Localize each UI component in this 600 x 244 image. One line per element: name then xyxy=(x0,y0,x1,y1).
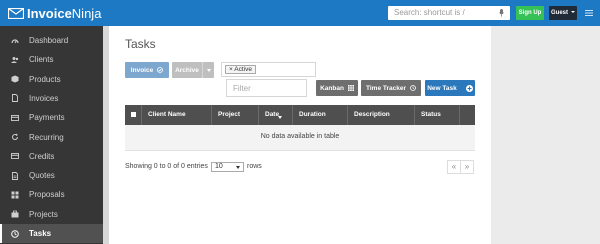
brand-name-light: Ninja xyxy=(71,5,102,21)
sidebar-item-label: Invoices xyxy=(29,93,59,103)
sidebar-item-invoices[interactable]: Invoices xyxy=(0,89,103,108)
column-client-name[interactable]: Client Name xyxy=(141,105,199,125)
archive-button[interactable]: Archive xyxy=(172,62,202,78)
search-input[interactable]: Search: shortcut is / xyxy=(388,6,510,20)
file-text-icon xyxy=(11,171,19,180)
sidebar-item-recurring[interactable]: Recurring xyxy=(0,128,103,147)
column-duration[interactable]: Duration xyxy=(292,105,348,125)
sign-up-button[interactable]: Sign Up xyxy=(516,6,544,20)
clock-icon xyxy=(11,229,19,238)
users-icon xyxy=(11,56,19,64)
select-all-checkbox[interactable] xyxy=(131,112,136,117)
guest-menu-button[interactable]: Guest xyxy=(549,6,577,20)
sidebar-item-label: Recurring xyxy=(29,132,64,142)
invoice-button-label: Invoice xyxy=(130,66,154,74)
top-navbar: Invoice Ninja Search: shortcut is / Sign… xyxy=(0,0,600,26)
sidebar-item-products[interactable]: Products xyxy=(0,70,103,89)
menu-toggle-icon[interactable] xyxy=(585,10,593,16)
sidebar-item-label: Projects xyxy=(29,209,58,219)
column-description[interactable]: Description xyxy=(347,105,414,125)
microphone-icon[interactable] xyxy=(499,9,504,17)
filter-input[interactable]: Filter xyxy=(226,79,307,97)
dashboard-icon xyxy=(11,37,19,45)
sidebar-item-label: Tasks xyxy=(29,229,52,238)
sidebar-item-dashboard[interactable]: Dashboard xyxy=(0,31,103,50)
check-circle-icon xyxy=(157,67,164,73)
new-task-button[interactable]: New Task xyxy=(425,80,475,96)
brand-name-bold: Invoice xyxy=(27,5,72,21)
previous-page-button[interactable]: « xyxy=(447,160,461,174)
sidebar-item-projects[interactable]: Projects xyxy=(0,205,103,224)
clock-icon xyxy=(410,85,416,91)
column-project[interactable]: Project xyxy=(211,105,259,125)
page-size-select[interactable]: 10 xyxy=(211,162,244,172)
briefcase-icon xyxy=(11,210,19,218)
new-task-label: New Task xyxy=(427,84,457,92)
sidebar-item-credits[interactable]: Credits xyxy=(0,147,103,166)
rows-label: rows xyxy=(247,163,262,170)
column-date[interactable]: Date xyxy=(258,105,292,125)
sidebar-item-label: Clients xyxy=(29,55,54,65)
sidebar-item-payments[interactable]: Payments xyxy=(0,108,103,127)
sidebar-item-tasks[interactable]: Tasks xyxy=(0,224,103,243)
brand-logo[interactable]: Invoice Ninja xyxy=(8,5,101,21)
search-placeholder: Search: shortcut is / xyxy=(394,8,465,17)
sidebar-item-clients[interactable]: Clients xyxy=(0,50,103,69)
sidebar-item-label: Products xyxy=(29,74,61,84)
credit-card-icon xyxy=(11,114,19,122)
th-icon xyxy=(347,85,354,91)
archive-dropdown-button[interactable] xyxy=(202,62,214,78)
table-header: Client Name Project Date Duration Descri… xyxy=(125,105,475,125)
sidebar-item-label: Credits xyxy=(29,151,55,161)
column-actions xyxy=(459,105,475,125)
column-status[interactable]: Status xyxy=(414,105,459,125)
table-empty-row: No data available in table xyxy=(125,125,475,151)
guest-label: Guest xyxy=(550,10,568,16)
sidebar-item-quotes[interactable]: Quotes xyxy=(0,166,103,185)
status-filter-select[interactable]: × Active xyxy=(221,62,316,77)
empty-message: No data available in table xyxy=(260,133,340,140)
sidebar-item-label: Proposals xyxy=(29,190,65,200)
entries-info: Showing 0 to 0 of 0 entries xyxy=(125,163,208,170)
filter-placeholder: Filter xyxy=(233,84,251,93)
page-title: Tasks xyxy=(125,37,156,51)
kanban-button[interactable]: Kanban xyxy=(316,80,358,96)
status-tag-active[interactable]: × Active xyxy=(225,65,256,74)
sidebar-item-proposals[interactable]: Proposals xyxy=(0,185,103,204)
th-large-icon xyxy=(11,191,19,199)
invoice-button[interactable]: Invoice xyxy=(125,62,169,78)
sidebar-item-label: Quotes xyxy=(29,171,55,181)
content-gutter-right xyxy=(491,26,600,244)
refresh-icon xyxy=(11,133,19,141)
envelope-logo-icon xyxy=(8,7,24,19)
caret-down-icon xyxy=(206,68,211,72)
sidebar-item-label: Dashboard xyxy=(29,36,69,45)
time-tracker-label: Time Tracker xyxy=(366,84,406,92)
next-page-button[interactable]: » xyxy=(460,160,474,174)
file-icon xyxy=(11,94,19,103)
time-tracker-button[interactable]: Time Tracker xyxy=(361,80,421,96)
sort-desc-icon xyxy=(278,116,282,119)
credit-card-icon xyxy=(11,152,19,160)
sidebar-item-label: Payments xyxy=(29,113,65,123)
kanban-label: Kanban xyxy=(320,84,344,92)
plus-circle-icon xyxy=(465,84,473,92)
cube-icon xyxy=(11,75,19,83)
